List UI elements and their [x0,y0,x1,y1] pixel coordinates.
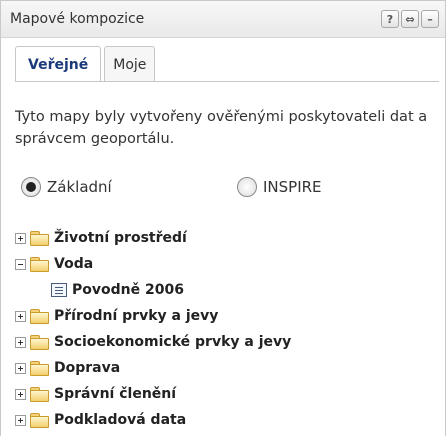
expand-icon[interactable] [15,336,26,348]
tree-item-label: Socioekonomické prvky a jevy [54,334,292,350]
radio-basic-checked-icon[interactable] [21,177,41,197]
tree-item-povodne-2006[interactable]: Povodně 2006 [51,279,184,301]
tree-item-label: Doprava [54,360,121,376]
tree-item-label: Povodně 2006 [72,282,184,298]
intro-text: Tyto mapy byly vytvořeny ověřenými posky… [15,109,428,147]
pin-icon[interactable]: ⇔ [401,10,419,28]
tree-item-label: Životní prostředí [54,230,187,246]
tree-item-prirodni-prvky[interactable]: Přírodní prvky a jevy [15,305,218,327]
expand-icon[interactable] [15,232,26,244]
folder-icon [30,361,49,376]
tab-bar: Veřejné Moje [15,46,158,82]
radio-basic[interactable]: Základní [21,177,112,197]
composition-type-radio-group: Základní INSPIRE [15,177,435,205]
tree-item-spravni-cleneni[interactable]: Správní členění [15,383,176,405]
minimize-icon[interactable]: – [421,10,439,28]
folder-icon [30,231,49,246]
folder-icon [30,387,49,402]
panel-title: Mapové kompozice [10,11,145,27]
map-compositions-panel: Mapové kompozice ? ⇔ – Veřejné Moje Tyto… [0,0,446,436]
expand-icon[interactable] [15,310,26,322]
radio-inspire-label: INSPIRE [263,178,322,196]
tree-item-zivotni-prostredi[interactable]: Životní prostředí [15,227,187,249]
tree-item-doprava[interactable]: Doprava [15,357,120,379]
document-icon [51,283,67,297]
folder-open-icon [30,257,49,272]
tab-public[interactable]: Veřejné [15,46,102,82]
tree-item-label: Správní členění [54,386,177,402]
panel-tools: ? ⇔ – [381,10,439,28]
radio-inspire-unchecked-icon[interactable] [237,177,257,197]
collapse-icon[interactable] [15,258,26,270]
expand-icon[interactable] [15,414,26,426]
tab-divider [15,81,439,82]
panel-titlebar: Mapové kompozice ? ⇔ – [1,1,445,38]
tree-item-podkladova-data[interactable]: Podkladová data [15,409,186,431]
folder-icon [30,335,49,350]
tab-mine[interactable]: Moje [104,46,156,82]
tree-item-label: Přírodní prvky a jevy [54,308,219,324]
radio-inspire[interactable]: INSPIRE [237,177,322,197]
radio-basic-label: Základní [47,178,112,196]
tree-item-voda[interactable]: Voda [15,253,93,275]
tree-item-label: Podkladová data [54,412,187,428]
tree-item-label: Voda [54,256,94,272]
folder-icon [30,413,49,428]
help-icon[interactable]: ? [381,10,399,28]
expand-icon[interactable] [15,388,26,400]
expand-icon[interactable] [15,362,26,374]
tree-item-socioekonomicke[interactable]: Socioekonomické prvky a jevy [15,331,291,353]
folder-icon [30,309,49,324]
